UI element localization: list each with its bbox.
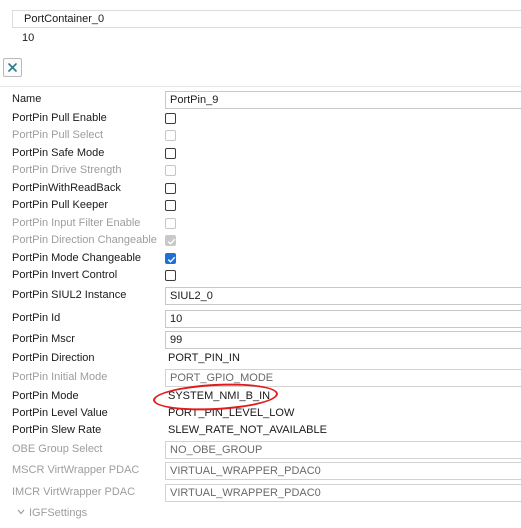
row-obe-group: OBE Group Select NO_OBE_GROUP <box>0 441 521 459</box>
label-pull-enable: PortPin Pull Enable <box>12 112 107 124</box>
divider <box>0 86 521 87</box>
label-obe-group: OBE Group Select <box>12 443 103 455</box>
level-value-select[interactable]: PORT_PIN_LEVEL_LOW <box>168 407 294 419</box>
row-pull-keeper: PortPin Pull Keeper <box>0 198 521 215</box>
label-direction: PortPin Direction <box>12 352 95 364</box>
row-name: Name PortPin_9 <box>0 91 521 109</box>
row-input-filter: PortPin Input Filter Enable <box>0 216 521 233</box>
row-initial-mode: PortPin Initial Mode PORT_GPIO_MODE <box>0 369 521 387</box>
row-level-value: PortPin Level Value PORT_PIN_LEVEL_LOW <box>0 406 521 423</box>
label-initial-mode: PortPin Initial Mode <box>12 371 108 383</box>
direction-select[interactable]: PORT_PIN_IN <box>168 352 240 364</box>
label-mode-changeable: PortPin Mode Changeable <box>12 252 142 264</box>
row-direction: PortPin Direction PORT_PIN_IN <box>0 351 521 368</box>
mscr-input[interactable]: 99 <box>165 331 521 349</box>
row-mscr: PortPin Mscr 99 <box>0 331 521 349</box>
row-safe-mode: PortPin Safe Mode <box>0 146 521 163</box>
drive-strength-checkbox[interactable] <box>165 165 176 176</box>
label-mscr: PortPin Mscr <box>12 333 75 345</box>
imcr-pdac-field[interactable]: VIRTUAL_WRAPPER_PDAC0 <box>165 484 521 502</box>
row-mode-changeable: PortPin Mode Changeable <box>0 251 521 268</box>
label-with-readback: PortPinWithReadBack <box>12 182 121 194</box>
mode-changeable-checkbox[interactable] <box>165 253 176 264</box>
row-slew-rate: PortPin Slew Rate SLEW_RATE_NOT_AVAILABL… <box>0 423 521 440</box>
close-x-icon <box>8 63 17 72</box>
container-name-field[interactable]: PortContainer_0 <box>12 10 521 28</box>
mode-select[interactable]: SYSTEM_NMI_B_IN <box>168 390 270 402</box>
label-mode: PortPin Mode <box>12 390 79 402</box>
label-level-value: PortPin Level Value <box>12 407 108 419</box>
section-label: IGFSettings <box>29 507 88 519</box>
label-siul2-instance: PortPin SIUL2 Instance <box>12 289 127 301</box>
label-pin-id: PortPin Id <box>12 312 61 324</box>
label-imcr-pdac: IMCR VirtWrapper PDAC <box>12 486 136 498</box>
row-direction-changeable: PortPin Direction Changeable <box>0 233 521 250</box>
siul2-instance-dropdown[interactable]: SIUL2_0 <box>165 287 521 305</box>
obe-group-field[interactable]: NO_OBE_GROUP <box>165 441 521 459</box>
label-direction-changeable: PortPin Direction Changeable <box>12 234 157 246</box>
checkmark-icon <box>167 256 176 263</box>
input-filter-checkbox[interactable] <box>165 218 176 229</box>
label-pull-keeper: PortPin Pull Keeper <box>12 199 108 211</box>
close-button[interactable] <box>3 58 22 77</box>
chevron-down-icon <box>17 509 25 515</box>
row-pin-id: PortPin Id 10 <box>0 310 521 328</box>
row-mscr-pdac: MSCR VirtWrapper PDAC VIRTUAL_WRAPPER_PD… <box>0 462 521 480</box>
label-drive-strength: PortPin Drive Strength <box>12 164 122 176</box>
row-siul2-instance: PortPin SIUL2 Instance SIUL2_0 <box>0 287 521 305</box>
row-with-readback: PortPinWithReadBack <box>0 181 521 198</box>
pin-id-input[interactable]: 10 <box>165 310 521 328</box>
with-readback-checkbox[interactable] <box>165 183 176 194</box>
label-mscr-pdac: MSCR VirtWrapper PDAC <box>12 464 140 476</box>
name-input[interactable]: PortPin_9 <box>165 91 521 109</box>
section-igf-settings[interactable]: IGFSettings <box>0 505 521 522</box>
pull-keeper-checkbox[interactable] <box>165 200 176 211</box>
row-mode: PortPin Mode SYSTEM_NMI_B_IN <box>0 389 521 406</box>
invert-control-checkbox[interactable] <box>165 270 176 281</box>
mscr-pdac-field[interactable]: VIRTUAL_WRAPPER_PDAC0 <box>165 462 521 480</box>
label-name: Name <box>12 93 42 105</box>
row-imcr-pdac: IMCR VirtWrapper PDAC VIRTUAL_WRAPPER_PD… <box>0 484 521 502</box>
label-slew-rate: PortPin Slew Rate <box>12 424 102 436</box>
row-pull-enable: PortPin Pull Enable <box>0 111 521 128</box>
label-invert-control: PortPin Invert Control <box>12 269 118 281</box>
direction-changeable-checkbox[interactable] <box>165 235 176 246</box>
container-count: 10 <box>22 32 35 44</box>
label-safe-mode: PortPin Safe Mode <box>12 147 105 159</box>
row-drive-strength: PortPin Drive Strength <box>0 163 521 180</box>
label-input-filter: PortPin Input Filter Enable <box>12 217 141 229</box>
checkmark-icon <box>167 238 176 245</box>
row-pull-select: PortPin Pull Select <box>0 128 521 145</box>
slew-rate-select[interactable]: SLEW_RATE_NOT_AVAILABLE <box>168 424 327 436</box>
initial-mode-field[interactable]: PORT_GPIO_MODE <box>165 369 521 387</box>
pull-select-checkbox[interactable] <box>165 130 176 141</box>
pull-enable-checkbox[interactable] <box>165 113 176 124</box>
safe-mode-checkbox[interactable] <box>165 148 176 159</box>
row-invert-control: PortPin Invert Control <box>0 268 521 285</box>
label-pull-select: PortPin Pull Select <box>12 129 104 141</box>
